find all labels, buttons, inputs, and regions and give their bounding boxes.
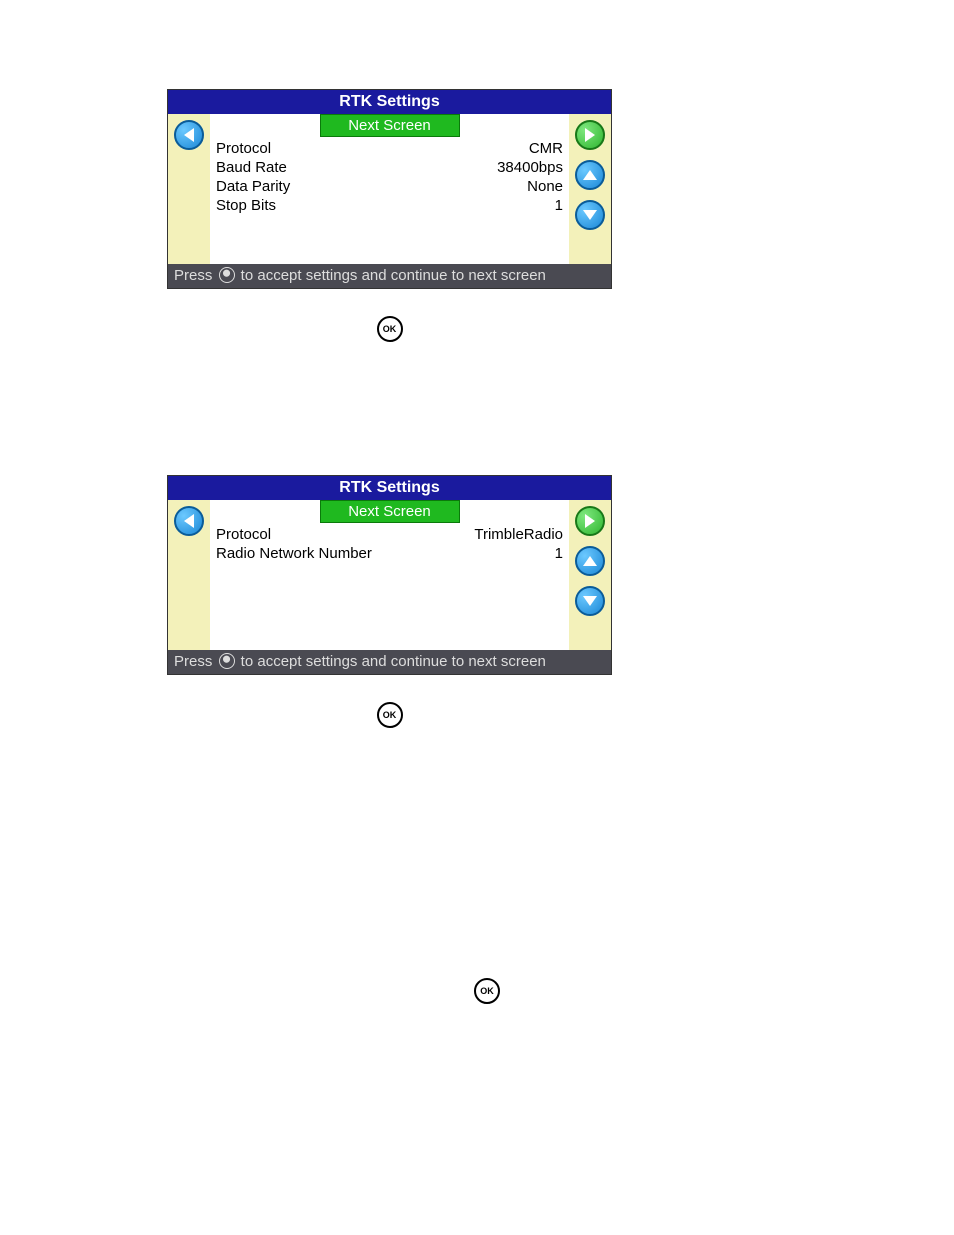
up-button[interactable] — [575, 160, 605, 190]
rtk-settings-panel-1: RTK Settings Next Screen Protocol CMR Ba… — [167, 89, 612, 289]
right-side-column — [569, 114, 611, 264]
content-area: Next Screen Protocol CMR Baud Rate 38400… — [210, 114, 569, 264]
setting-row[interactable]: Protocol TrimbleRadio — [216, 525, 563, 544]
content-area: Next Screen Protocol TrimbleRadio Radio … — [210, 500, 569, 650]
footer-hint: Press ⬤ to accept settings and continue … — [168, 264, 611, 288]
setting-value: None — [527, 178, 563, 195]
settings-rows: Protocol CMR Baud Rate 38400bps Data Par… — [210, 137, 569, 217]
setting-row[interactable]: Protocol CMR — [216, 139, 563, 158]
down-button[interactable] — [575, 586, 605, 616]
setting-row[interactable]: Radio Network Number 1 — [216, 544, 563, 563]
setting-value: CMR — [529, 140, 563, 157]
setting-label: Baud Rate — [216, 159, 287, 176]
setting-value: 1 — [555, 545, 563, 562]
ok-icon[interactable]: OK — [377, 316, 403, 342]
arrow-down-icon — [583, 596, 597, 606]
arrow-down-icon — [583, 210, 597, 220]
ok-standalone: OK — [474, 978, 500, 1004]
arrow-right-icon — [585, 128, 595, 142]
setting-row[interactable]: Stop Bits 1 — [216, 196, 563, 215]
next-screen-button[interactable]: Next Screen — [320, 114, 460, 137]
footer-text-post: to accept settings and continue to next … — [237, 267, 546, 284]
panel-title: RTK Settings — [168, 476, 611, 500]
left-side-column — [168, 500, 210, 650]
setting-value: 1 — [555, 197, 563, 214]
back-button[interactable] — [174, 120, 204, 150]
ok-below-panel-2: OK — [167, 702, 612, 728]
setting-value: TrimbleRadio — [474, 526, 563, 543]
panel-body: Next Screen Protocol CMR Baud Rate 38400… — [168, 114, 611, 264]
panel-title: RTK Settings — [168, 90, 611, 114]
arrow-up-icon — [583, 556, 597, 566]
arrow-right-icon — [585, 514, 595, 528]
footer-text-pre: Press — [174, 653, 217, 670]
arrow-left-icon — [184, 514, 194, 528]
setting-label: Protocol — [216, 140, 271, 157]
setting-value: 38400bps — [497, 159, 563, 176]
back-button[interactable] — [174, 506, 204, 536]
next-screen-button[interactable]: Next Screen — [320, 500, 460, 523]
setting-row[interactable]: Data Parity None — [216, 177, 563, 196]
setting-label: Stop Bits — [216, 197, 276, 214]
up-button[interactable] — [575, 546, 605, 576]
settings-rows: Protocol TrimbleRadio Radio Network Numb… — [210, 523, 569, 565]
down-button[interactable] — [575, 200, 605, 230]
footer-text-pre: Press — [174, 267, 217, 284]
arrow-up-icon — [583, 170, 597, 180]
setting-label: Radio Network Number — [216, 545, 372, 562]
footer-text-post: to accept settings and continue to next … — [237, 653, 546, 670]
ok-inline-icon: ⬤ — [219, 653, 235, 669]
ok-icon[interactable]: OK — [377, 702, 403, 728]
ok-below-panel-1: OK — [167, 316, 612, 342]
rtk-settings-panel-2: RTK Settings Next Screen Protocol Trimbl… — [167, 475, 612, 675]
ok-inline-icon: ⬤ — [219, 267, 235, 283]
ok-icon[interactable]: OK — [474, 978, 500, 1004]
forward-button[interactable] — [575, 506, 605, 536]
setting-row[interactable]: Baud Rate 38400bps — [216, 158, 563, 177]
setting-label: Data Parity — [216, 178, 290, 195]
arrow-left-icon — [184, 128, 194, 142]
panel-body: Next Screen Protocol TrimbleRadio Radio … — [168, 500, 611, 650]
footer-hint: Press ⬤ to accept settings and continue … — [168, 650, 611, 674]
setting-label: Protocol — [216, 526, 271, 543]
forward-button[interactable] — [575, 120, 605, 150]
left-side-column — [168, 114, 210, 264]
right-side-column — [569, 500, 611, 650]
